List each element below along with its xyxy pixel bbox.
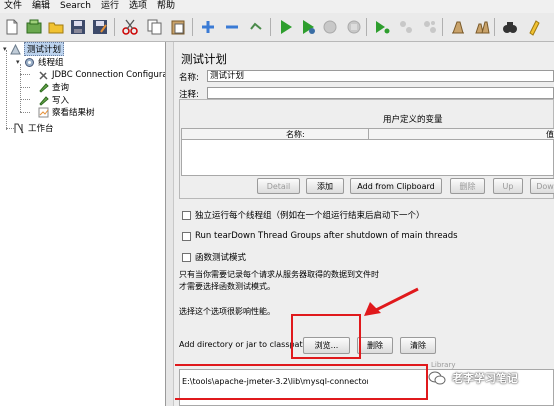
collapse-handle[interactable]: ▾ [3,46,9,53]
test-plan-tree: ▾ 测试计划 ▾ 线程组 JDBC Connection Configurati… [0,42,166,406]
checkbox-label: 独立运行每个线程组（例如在一个组运行结束后启动下一个） [195,211,425,221]
down-button[interactable]: Dow [530,178,554,194]
tree-node-test-plan[interactable]: 测试计划 [10,42,65,56]
chart-icon [38,107,49,118]
clear-button[interactable]: 清除 [400,337,436,354]
cut-icon[interactable] [120,17,140,37]
toolbar [0,13,554,42]
tree-label: 工作台 [28,124,54,134]
teardown-option[interactable]: Run tearDown Thread Groups after shutdow… [182,231,458,241]
pane-splitter[interactable] [166,42,174,406]
templates-icon[interactable] [24,17,44,37]
performance-note: 选择这个选项很影响性能。 [179,307,275,316]
paste-icon[interactable] [168,17,188,37]
pen-icon [38,82,49,93]
name-label: 名称: [179,73,199,83]
menu-run[interactable]: 运行 [97,0,125,13]
save-as-icon[interactable] [90,17,110,37]
expand-icon[interactable] [198,17,218,37]
tree-label: 察看结果树 [52,108,95,118]
checkbox[interactable] [182,231,191,241]
toggle-icon[interactable] [246,17,266,37]
start-icon[interactable] [276,17,296,37]
remove-button[interactable]: 删除 [357,337,393,354]
tree-node-insert[interactable]: 写入 [38,94,69,106]
save-icon[interactable] [68,17,88,37]
menu-bar: 文件 编辑 Search 运行 选项 帮助 [0,0,554,13]
copy-icon[interactable] [144,17,164,37]
independent-threads-option[interactable]: 独立运行每个线程组（例如在一个组运行结束后启动下一个） [182,209,425,221]
clear-all-icon[interactable] [472,17,492,37]
add-from-clipboard-button[interactable]: Add from Clipboard [350,178,442,194]
shutdown-icon[interactable] [344,17,364,37]
remote-stop-icon[interactable] [396,17,416,37]
checkbox[interactable] [182,210,191,220]
add-button[interactable]: 添加 [306,178,344,194]
wechat-icon [428,371,446,385]
column-value-header[interactable]: 值 [546,129,554,140]
tree-label: 线程组 [38,58,64,68]
tree-node-jdbc-config[interactable]: JDBC Connection Configuration [38,69,165,81]
search-icon[interactable] [500,17,520,37]
comment-field[interactable] [207,87,554,99]
menu-options[interactable]: 选项 [125,0,153,13]
checkbox-label: Run tearDown Thread Groups after shutdow… [195,231,458,241]
tree-label: 测试计划 [24,42,65,56]
checkbox[interactable] [182,252,191,262]
arrow-annotation [364,287,419,316]
test-plan-panel: 测试计划 名称: 测试计划 注释: 用户定义的变量 名称: 值 Detail 添… [175,42,554,406]
tree-label: 写入 [52,96,70,106]
workbench-icon [14,123,25,134]
menu-help[interactable]: 帮助 [153,0,181,13]
pen-icon [38,95,49,106]
column-name-header[interactable]: 名称: [286,129,305,140]
open-icon[interactable] [46,17,66,37]
tree-node-query[interactable]: 查询 [38,81,69,93]
name-field[interactable]: 测试计划 [207,70,554,82]
page-title: 测试计划 [181,52,227,66]
start-no-pause-icon[interactable] [298,17,318,37]
menu-search[interactable]: Search [56,0,97,13]
tree-node-thread-group[interactable]: 线程组 [24,56,64,68]
up-button[interactable]: Up [493,178,523,194]
highlight-box [175,364,428,400]
tree-label: JDBC Connection Configuration [52,70,165,80]
collapse-handle[interactable]: ▾ [16,59,22,66]
collapse-icon[interactable] [222,17,242,37]
menu-edit[interactable]: 编辑 [28,0,56,13]
checkbox-label: 函数测试模式 [195,253,247,263]
tree-label: 查询 [52,83,70,93]
remote-start-icon[interactable] [372,17,392,37]
udv-table[interactable]: 名称: 值 [181,128,554,176]
delete-button[interactable]: 删除 [450,178,485,194]
detail-button[interactable]: Detail [257,178,300,194]
tree-node-results-tree[interactable]: 察看结果树 [38,106,95,118]
gear-icon [24,57,35,68]
functional-mode-option[interactable]: 函数测试模式 [182,251,246,263]
tree-node-workbench[interactable]: 工作台 [14,122,54,134]
wrench-icon [38,70,49,81]
reset-search-icon[interactable] [524,17,544,37]
watermark: 老李学习笔记 [428,366,518,390]
functional-mode-note: 才需要选择函数测试模式。 [179,282,275,291]
test-plan-icon [10,43,21,55]
watermark-text: 老李学习笔记 [452,372,518,385]
stop-icon[interactable] [320,17,340,37]
remote-shutdown-icon[interactable] [420,17,440,37]
highlight-box [291,314,361,359]
udv-title: 用户定义的变量 [383,115,443,125]
functional-mode-note: 只有当你需要记录每个请求从服务器取得的数据到文件时 [179,270,379,279]
menu-file[interactable]: 文件 [0,0,28,13]
new-icon[interactable] [2,17,22,37]
udv-table-header: 名称: 值 [182,129,554,140]
classpath-label: Add directory or jar to classpath [179,340,308,349]
clear-icon[interactable] [448,17,468,37]
